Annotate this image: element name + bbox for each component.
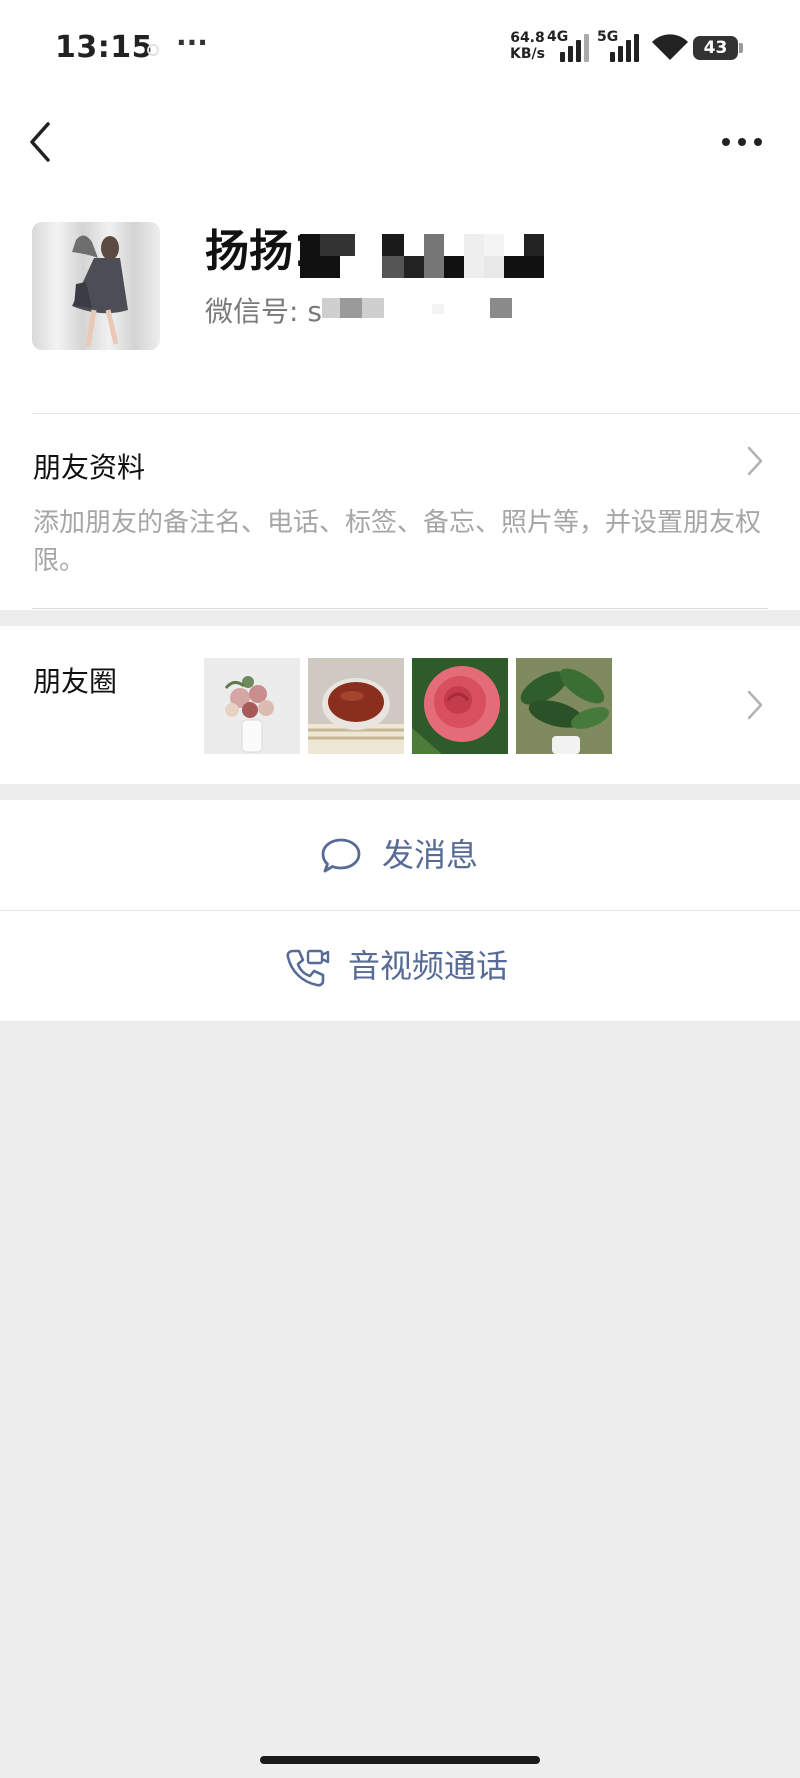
notification-icon [147, 44, 159, 56]
avatar[interactable] [32, 222, 160, 350]
moments-thumbnail-flower-bouquet [204, 658, 300, 754]
moments-title: 朋友圈 [33, 665, 118, 698]
net-speed: 64.8 KB/s [510, 30, 545, 62]
back-icon[interactable] [22, 118, 62, 166]
avatar-image [72, 235, 128, 347]
video-call-label: 音视频通话 [348, 947, 509, 985]
moments-row[interactable]: 朋友圈 [0, 626, 800, 784]
wifi-icon [652, 34, 688, 60]
send-message-label: 发消息 [382, 836, 479, 874]
friend-info-row[interactable]: 朋友资料 添加朋友的备注名、电话、标签、备忘、照片等，并设置朋友权限。 [0, 414, 800, 608]
battery-tip [739, 43, 743, 53]
chevron-right-icon [747, 690, 763, 720]
status-bar: 13:15 ··· 64.8 KB/s 4G 5G 43 [0, 0, 800, 100]
video-call-button[interactable]: 音视频通话 [0, 911, 800, 1021]
friend-info-description: 添加朋友的备注名、电话、标签、备忘、照片等，并设置朋友权限。 [33, 508, 762, 576]
info-divider [32, 608, 768, 609]
chevron-right-icon [747, 446, 763, 476]
moments-thumbnail-pink-rose [412, 658, 508, 754]
moments-thumbnail-potted-plant [516, 658, 612, 754]
friend-info-title: 朋友资料 [33, 451, 146, 484]
net-speed-unit: KB/s [510, 46, 545, 62]
battery-icon: 43 [693, 36, 738, 60]
wechat-id-label: 微信号: s [205, 295, 322, 328]
net-speed-value: 64.8 [510, 30, 545, 46]
phone-video-icon [286, 949, 330, 987]
status-time: 13:15 [55, 30, 153, 65]
moments-thumbnail-tea-cup [308, 658, 404, 754]
name-redaction-mosaic [290, 234, 560, 278]
wechat-id: 微信号: s [205, 294, 322, 330]
send-message-button[interactable]: 发消息 [0, 800, 800, 910]
home-indicator[interactable] [260, 1756, 540, 1764]
chat-bubble-icon [321, 838, 361, 873]
more-options-icon[interactable] [718, 122, 766, 162]
status-more-icon: ··· [176, 26, 208, 59]
signal-icon-1 [560, 32, 594, 62]
signal-icon-2 [610, 32, 644, 62]
